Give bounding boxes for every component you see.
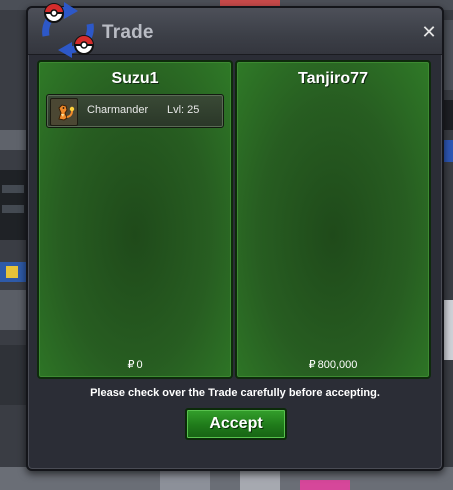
currency-symbol: ₽ [127, 359, 135, 371]
charmander-icon [50, 98, 78, 126]
currency-symbol: ₽ [308, 359, 316, 371]
pokeball-swap-icon [42, 2, 94, 58]
accept-button[interactable]: Accept [185, 408, 287, 440]
trade-window: Trade ✕ Suzu1 Charmander Lvl: 25 ₽ 0 Tan… [26, 2, 444, 471]
money-offer: ₽0 [39, 358, 231, 371]
close-icon[interactable]: ✕ [420, 24, 438, 42]
offer-panel-right: Tanjiro77 ₽800,000 [235, 60, 431, 379]
trade-notice: Please check over the Trade carefully be… [90, 387, 380, 399]
money-amount: 800,000 [317, 359, 358, 371]
window-title: Trade [102, 22, 154, 43]
trade-item[interactable]: Charmander Lvl: 25 [46, 94, 224, 128]
money-amount: 0 [136, 359, 143, 371]
item-name: Charmander [87, 104, 149, 116]
player-name: Tanjiro77 [298, 70, 368, 87]
offer-panel-left: Suzu1 Charmander Lvl: 25 ₽0 [37, 60, 233, 379]
money-offer: ₽800,000 [237, 358, 429, 371]
item-level: Lvl: 25 [167, 104, 200, 116]
player-name: Suzu1 [111, 70, 159, 87]
